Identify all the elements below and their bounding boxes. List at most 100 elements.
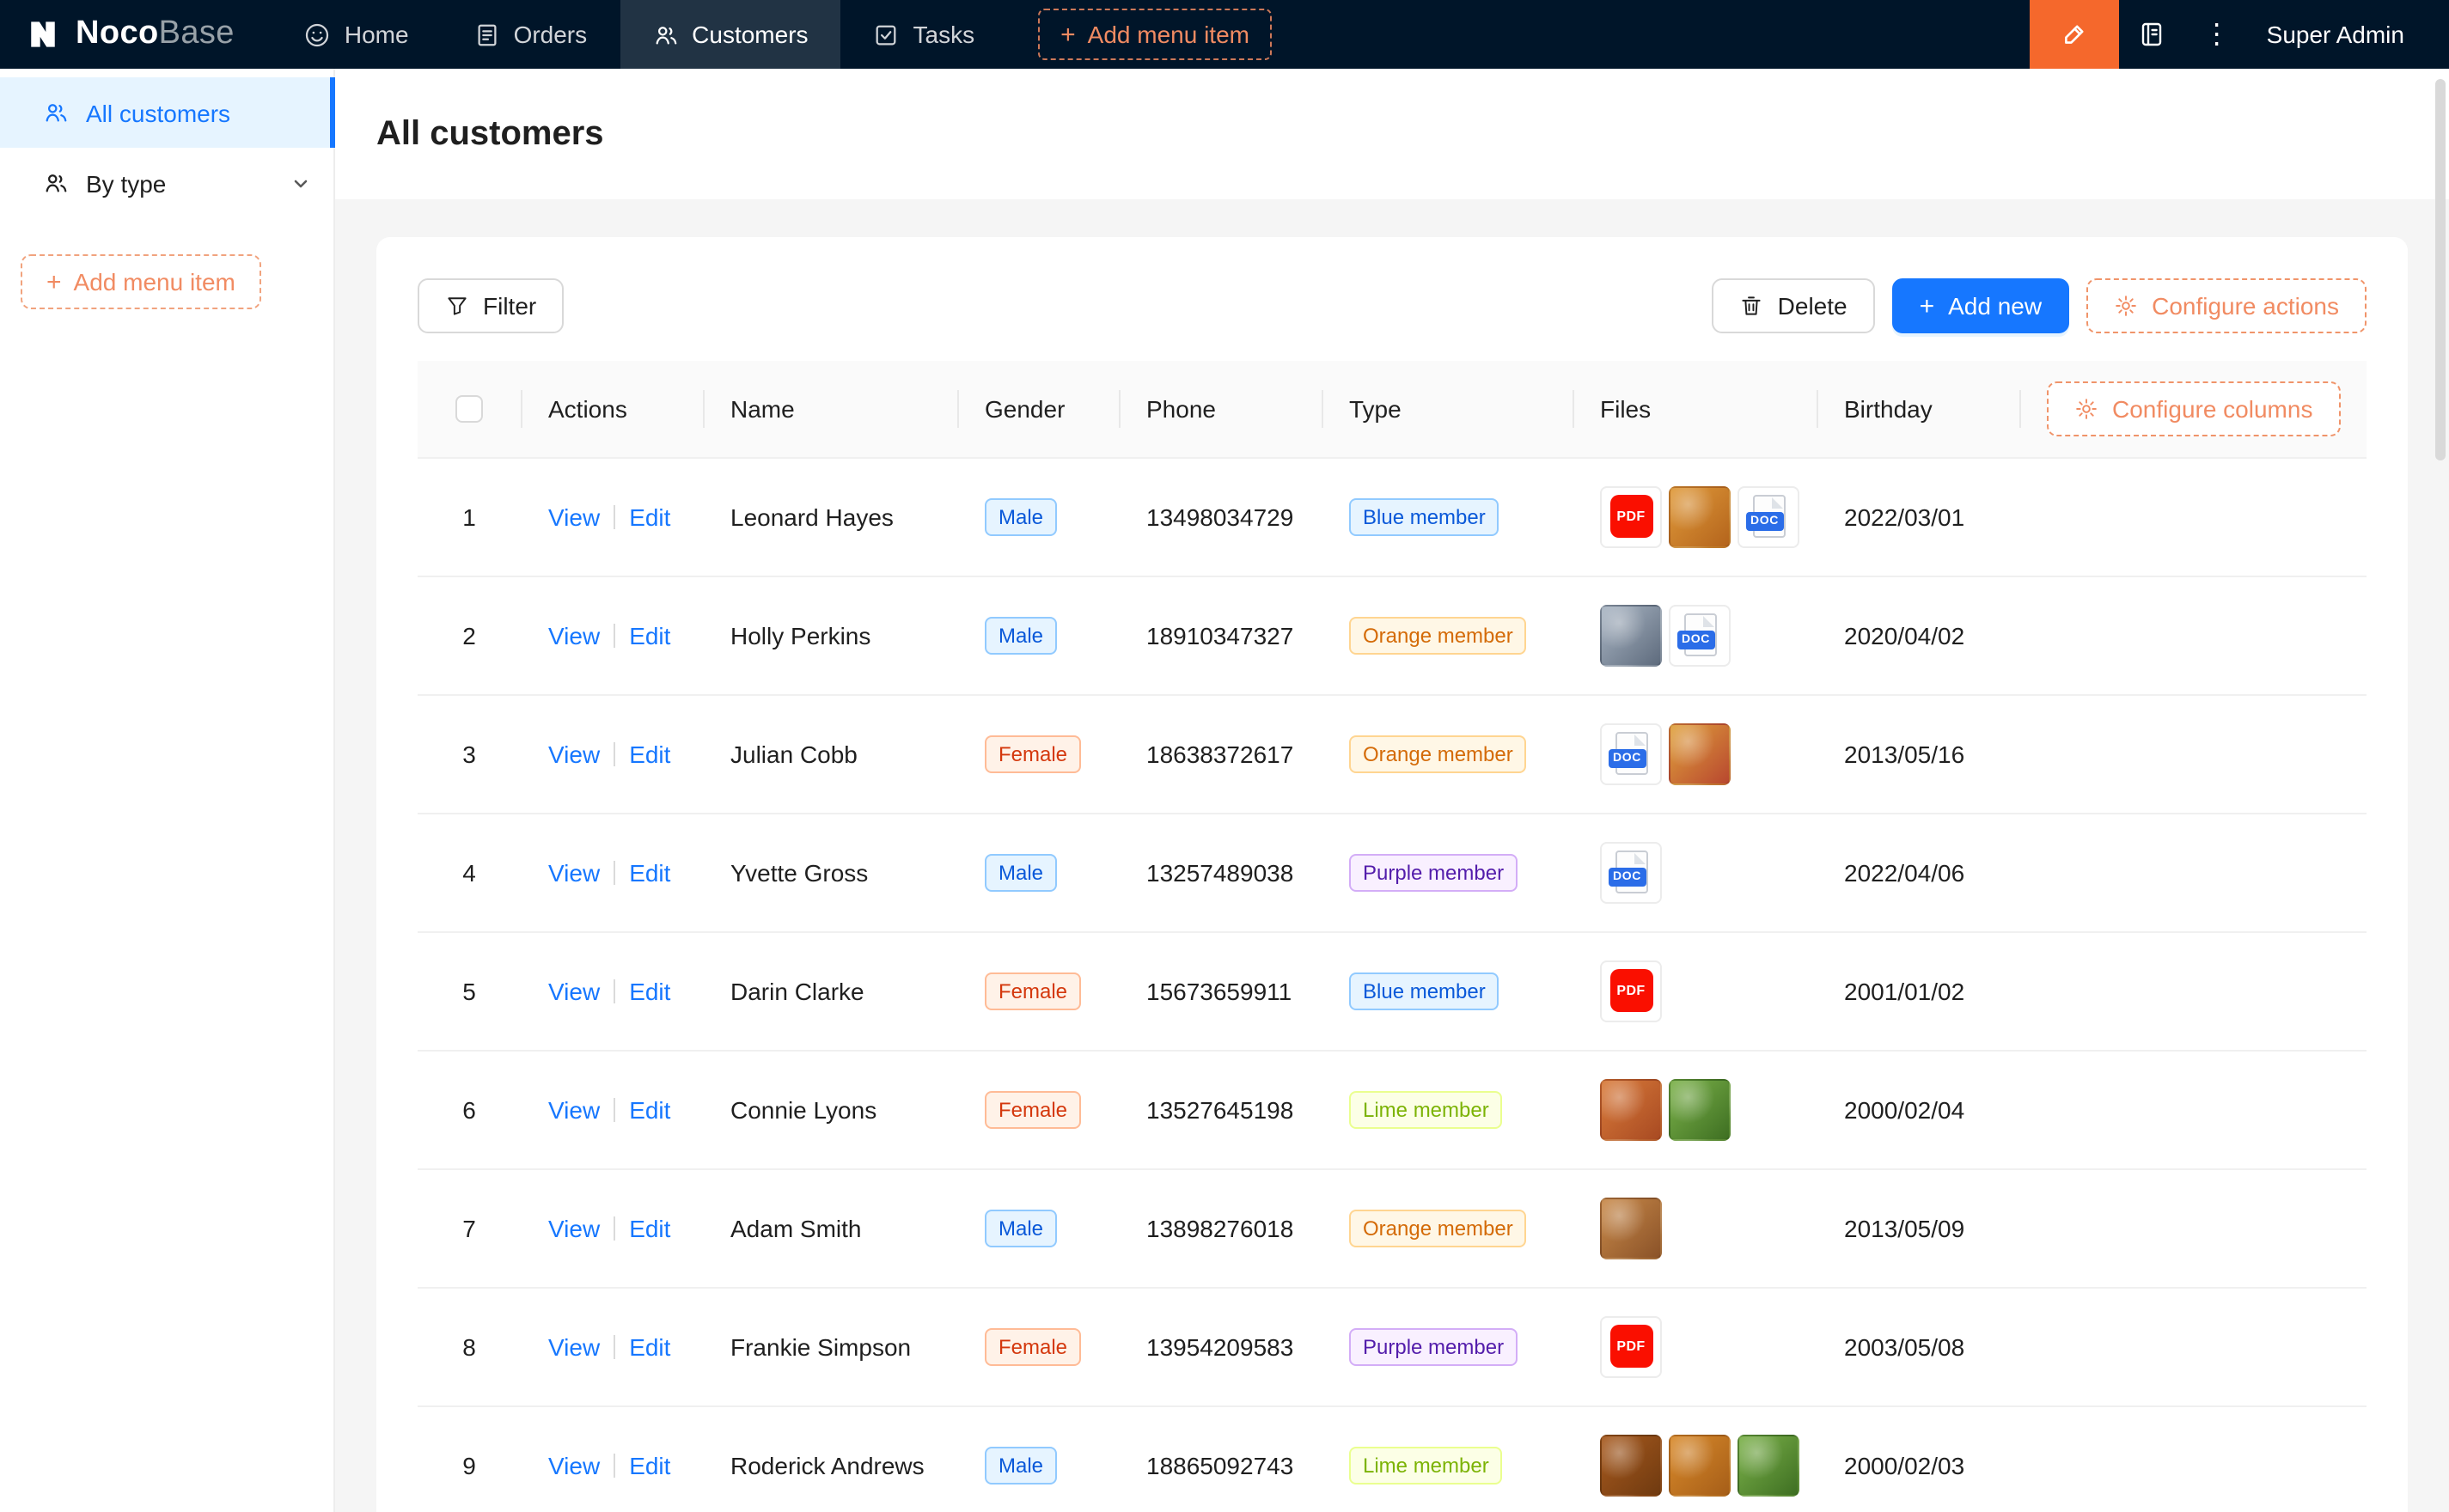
view-link[interactable]: View xyxy=(548,503,600,530)
edit-link[interactable]: Edit xyxy=(629,503,670,530)
select-all-checkbox[interactable] xyxy=(455,396,483,424)
image-file-thumbnail[interactable] xyxy=(1738,1434,1799,1496)
action-divider xyxy=(614,1097,615,1121)
birthday-value: 2003/05/08 xyxy=(1844,1332,1964,1360)
files-cell: DOC xyxy=(1600,841,1789,903)
edit-link[interactable]: Edit xyxy=(629,977,670,1004)
current-user[interactable]: Super Admin xyxy=(2267,21,2404,48)
pdf-file-thumbnail[interactable]: PDF xyxy=(1600,1315,1662,1377)
sidebar-item-label: All customers xyxy=(86,99,230,126)
nocobase-logo[interactable]: NocoBase xyxy=(0,15,272,53)
doc-file-thumbnail[interactable]: DOC xyxy=(1600,722,1662,784)
pdf-file-thumbnail[interactable]: PDF xyxy=(1600,960,1662,1021)
gender-tag: Female xyxy=(985,972,1081,1009)
nav-item-home[interactable]: Home xyxy=(272,0,442,69)
column-header-name: Name xyxy=(703,361,957,457)
edit-link[interactable]: Edit xyxy=(629,621,670,649)
column-header-birthday: Birthday xyxy=(1817,361,2019,457)
edit-link[interactable]: Edit xyxy=(629,1451,670,1478)
view-link[interactable]: View xyxy=(548,621,600,649)
view-link[interactable]: View xyxy=(548,977,600,1004)
image-file-thumbnail[interactable] xyxy=(1669,1434,1731,1496)
table-body: 1ViewEditLeonard HayesMale13498034729Blu… xyxy=(418,457,2367,1512)
gender-tag: Female xyxy=(985,735,1081,772)
view-link[interactable]: View xyxy=(548,1451,600,1478)
edit-link[interactable]: Edit xyxy=(629,1095,670,1123)
sidebar-item-all-customers[interactable]: All customers xyxy=(0,77,333,148)
image-file-thumbnail[interactable] xyxy=(1669,722,1731,784)
sidebar-add-menu-item-button[interactable]: + Add menu item xyxy=(21,254,261,309)
doc-file-thumbnail[interactable]: DOC xyxy=(1669,604,1731,666)
table-row: 2ViewEditHolly PerkinsMale18910347327Ora… xyxy=(418,576,2367,694)
add-new-button[interactable]: + Add new xyxy=(1892,278,2070,333)
phone-value: 13527645198 xyxy=(1146,1095,1293,1123)
nav-item-tasks[interactable]: Tasks xyxy=(841,0,1008,69)
chevron-down-icon xyxy=(292,174,309,192)
ui-editor-button[interactable] xyxy=(2030,0,2119,69)
view-link[interactable]: View xyxy=(548,740,600,767)
action-divider xyxy=(614,979,615,1003)
image-file-thumbnail[interactable] xyxy=(1600,604,1662,666)
table-row: 3ViewEditJulian CobbFemale18638372617Ora… xyxy=(418,694,2367,813)
table-row: 8ViewEditFrankie SimpsonFemale1395420958… xyxy=(418,1287,2367,1405)
files-cell: PDF DOC xyxy=(1600,485,1789,547)
scrollbar-thumb[interactable] xyxy=(2435,79,2446,460)
edit-link[interactable]: Edit xyxy=(629,740,670,767)
view-link[interactable]: View xyxy=(548,1214,600,1241)
more-menu-button[interactable]: ⋮ xyxy=(2184,0,2250,69)
edit-link[interactable]: Edit xyxy=(629,1214,670,1241)
files-cell xyxy=(1600,1078,1789,1140)
page-title: All customers xyxy=(376,114,604,154)
delete-button[interactable]: Delete xyxy=(1713,278,1875,333)
configure-actions-label: Configure actions xyxy=(2152,292,2339,320)
filter-button[interactable]: Filter xyxy=(418,278,564,333)
row-index: 9 xyxy=(462,1451,476,1478)
doc-icon: DOC xyxy=(1683,613,1716,656)
pdf-file-thumbnail[interactable]: PDF xyxy=(1600,485,1662,547)
pdf-icon: PDF xyxy=(1609,1325,1652,1368)
type-tag: Orange member xyxy=(1349,735,1527,772)
nav-item-orders[interactable]: Orders xyxy=(442,0,620,69)
table-row: 9ViewEditRoderick AndrewsMale18865092743… xyxy=(418,1405,2367,1512)
view-link[interactable]: View xyxy=(548,858,600,886)
configure-columns-button[interactable]: Configure columns xyxy=(2047,381,2340,436)
image-file-thumbnail[interactable] xyxy=(1600,1197,1662,1259)
nav-item-label: Orders xyxy=(514,21,588,48)
image-file-thumbnail[interactable] xyxy=(1600,1434,1662,1496)
plus-icon: + xyxy=(1060,21,1076,47)
nav-item-label: Tasks xyxy=(913,21,975,48)
navbar-add-menu-item-button[interactable]: + Add menu item xyxy=(1038,9,1272,60)
gender-tag: Male xyxy=(985,1446,1057,1484)
customer-name: Holly Perkins xyxy=(730,621,870,649)
image-file-thumbnail[interactable] xyxy=(1600,1078,1662,1140)
book-icon xyxy=(2138,21,2165,48)
row-index: 8 xyxy=(462,1332,476,1360)
customer-name: Connie Lyons xyxy=(730,1095,876,1123)
edit-link[interactable]: Edit xyxy=(629,1332,670,1360)
gender-tag: Female xyxy=(985,1090,1081,1128)
view-link[interactable]: View xyxy=(548,1095,600,1123)
doc-icon: DOC xyxy=(1752,495,1785,538)
docs-button[interactable] xyxy=(2119,0,2184,69)
filter-funnel-icon xyxy=(445,294,469,318)
doc-file-thumbnail[interactable]: DOC xyxy=(1738,485,1799,547)
table-row: 7ViewEditAdam SmithMale13898276018Orange… xyxy=(418,1168,2367,1287)
page-content: Filter Delete + Add new xyxy=(335,199,2449,1512)
sidebar-item-by-type[interactable]: By type xyxy=(0,148,333,218)
phone-value: 13954209583 xyxy=(1146,1332,1293,1360)
doc-file-thumbnail[interactable]: DOC xyxy=(1600,841,1662,903)
configure-actions-button[interactable]: Configure actions xyxy=(2086,278,2367,333)
edit-link[interactable]: Edit xyxy=(629,858,670,886)
gender-tag: Male xyxy=(985,497,1057,535)
table-row: 1ViewEditLeonard HayesMale13498034729Blu… xyxy=(418,457,2367,576)
birthday-value: 2000/02/04 xyxy=(1844,1095,1964,1123)
filter-label: Filter xyxy=(483,292,536,320)
nav-item-customers[interactable]: Customers xyxy=(620,0,840,69)
navbar-right: ⋮ Super Admin xyxy=(2030,0,2449,69)
pdf-icon: PDF xyxy=(1609,969,1652,1012)
image-file-thumbnail[interactable] xyxy=(1669,1078,1731,1140)
view-link[interactable]: View xyxy=(548,1332,600,1360)
image-file-thumbnail[interactable] xyxy=(1669,485,1731,547)
configure-columns-label: Configure columns xyxy=(2112,395,2312,423)
row-index: 7 xyxy=(462,1214,476,1241)
